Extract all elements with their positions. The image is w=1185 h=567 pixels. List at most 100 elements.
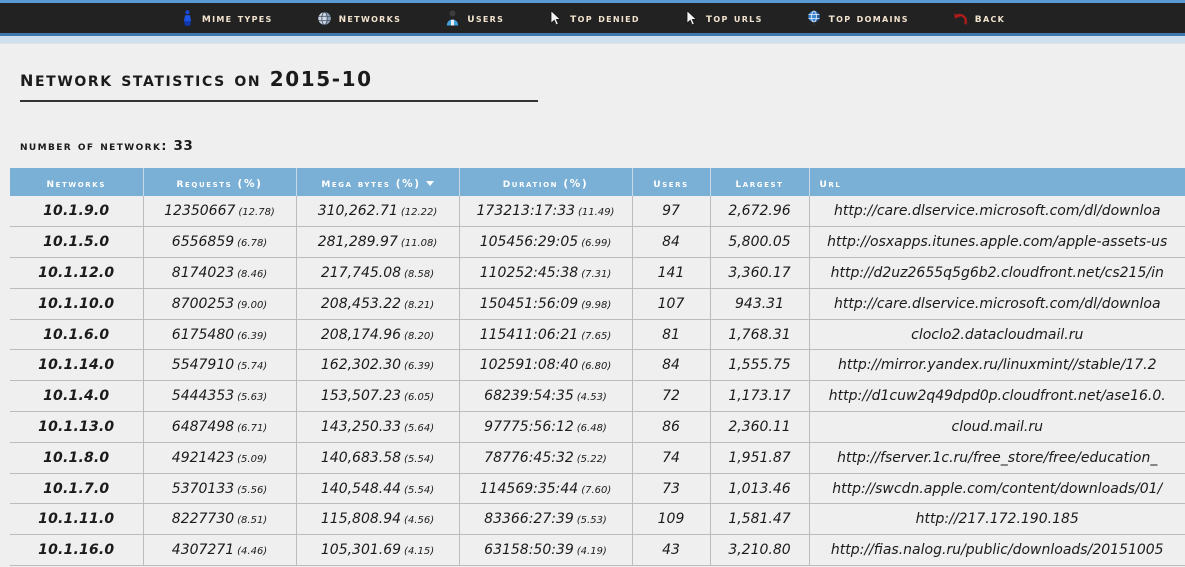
nav-item-mime-types[interactable]: Mime Types bbox=[158, 9, 295, 27]
cell-mbytes: 143,250.33 (5.64) bbox=[296, 411, 460, 443]
cell-value: cloclo2.datacloudmail.ru bbox=[911, 326, 1084, 343]
cell-value: 115411:06:21 bbox=[479, 326, 579, 343]
cell-value: 10.1.4.0 bbox=[43, 388, 110, 405]
cell-url[interactable]: http://care.dlservice.microsoft.com/dl/d… bbox=[809, 288, 1185, 320]
cell-users: 84 bbox=[632, 226, 711, 259]
cell-url[interactable]: http://mirror.yandex.ru/linuxmint//stabl… bbox=[809, 349, 1185, 382]
cell-duration: 68239:54:35 (4.53) bbox=[459, 380, 633, 413]
cell-users: 141 bbox=[632, 257, 711, 289]
cell-url[interactable]: http://217.172.190.185 bbox=[809, 503, 1185, 536]
cell-value: 6556859 bbox=[171, 234, 235, 251]
cell-users: 74 bbox=[632, 442, 711, 474]
cell-value: 109 bbox=[657, 511, 685, 528]
cell-percent: (8.21) bbox=[404, 299, 435, 311]
cell-value: 4921423 bbox=[171, 449, 235, 466]
column-header-users[interactable]: Users bbox=[632, 168, 711, 196]
cell-value: 115,808.94 bbox=[320, 511, 402, 528]
cell-percent: (5.54) bbox=[404, 453, 435, 465]
column-header-largest[interactable]: Largest bbox=[710, 168, 810, 196]
cell-network: 10.1.16.0 bbox=[10, 534, 144, 567]
cell-url[interactable]: http://d1cuw2q49dpd0p.cloudfront.net/ase… bbox=[809, 380, 1185, 413]
cell-largest: 1,173.17 bbox=[710, 380, 810, 413]
column-header-network[interactable]: Networks bbox=[10, 168, 144, 196]
cell-value: http://mirror.yandex.ru/linuxmint//stabl… bbox=[837, 357, 1157, 374]
cell-mbytes: 153,507.23 (6.05) bbox=[296, 380, 460, 413]
cell-value: 43 bbox=[662, 542, 680, 559]
network-statistics-table: Networks Requests (%) Mega bytes (%) Durati… bbox=[10, 168, 1185, 567]
table-row: 10.1.14.0 5547910 (5.74) 162,302.30 (6.39) 10… bbox=[10, 349, 1185, 382]
cell-mbytes: 140,683.58 (5.54) bbox=[296, 442, 460, 474]
nav-item-networks[interactable]: Networks bbox=[295, 10, 424, 27]
cell-url[interactable]: http://swcdn.apple.com/content/downloads… bbox=[809, 473, 1185, 505]
cell-url[interactable]: http://fias.nalog.ru/public/downloads/20… bbox=[809, 534, 1185, 567]
cell-percent: (4.46) bbox=[237, 546, 268, 558]
cell-url[interactable]: http://osxapps.itunes.apple.com/apple-as… bbox=[809, 226, 1185, 259]
cell-network: 10.1.13.0 bbox=[10, 411, 144, 443]
cell-url[interactable]: http://fserver.1c.ru/free_store/free/edu… bbox=[809, 442, 1185, 474]
nav-item-top-domains[interactable]: Top Domains bbox=[785, 10, 931, 27]
nav-item-users[interactable]: Users bbox=[423, 10, 526, 27]
cell-percent: (6.99) bbox=[581, 238, 612, 250]
cell-duration: 63158:50:39 (4.19) bbox=[459, 534, 633, 567]
cell-mbytes: 310,262.71 (12.22) bbox=[296, 196, 460, 228]
cell-network: 10.1.14.0 bbox=[10, 349, 144, 382]
cell-value: 1,555.75 bbox=[728, 357, 791, 374]
column-header-label: Users bbox=[653, 174, 689, 190]
nav-item-back[interactable]: Back bbox=[931, 10, 1027, 27]
cell-value: 10.1.14.0 bbox=[38, 357, 115, 374]
cell-largest: 1,768.31 bbox=[710, 319, 810, 351]
cell-mbytes: 208,174.96 (8.20) bbox=[296, 319, 460, 351]
cell-duration: 110252:45:38 (7.31) bbox=[459, 257, 633, 289]
nav-item-label: Users bbox=[467, 10, 505, 26]
network-count-value: 33 bbox=[173, 138, 194, 154]
table-row: 10.1.11.0 8227730 (8.51) 115,808.94 (4.56) 83… bbox=[10, 503, 1185, 536]
cell-percent: (4.19) bbox=[576, 546, 607, 558]
cell-duration: 105456:29:05 (6.99) bbox=[459, 226, 633, 259]
cell-percent: (7.60) bbox=[581, 484, 612, 496]
cell-percent: (6.78) bbox=[237, 238, 268, 250]
cell-url[interactable]: cloclo2.datacloudmail.ru bbox=[809, 319, 1185, 351]
cell-value: 84 bbox=[662, 357, 680, 374]
cell-network: 10.1.4.0 bbox=[10, 380, 144, 413]
cell-value: http://d2uz2655q5g6b2.cloudfront.net/cs2… bbox=[830, 264, 1164, 281]
column-header-label: Requests (%) bbox=[176, 174, 263, 190]
cell-value: 1,581.47 bbox=[728, 511, 791, 528]
networks-icon bbox=[317, 10, 332, 27]
cell-percent: (6.39) bbox=[404, 361, 435, 373]
cell-value: 105,301.69 bbox=[320, 542, 402, 559]
cell-largest: 943.31 bbox=[710, 288, 810, 320]
column-header-duration[interactable]: Duration (%) bbox=[459, 168, 633, 196]
cell-value: 5370133 bbox=[171, 480, 235, 497]
cell-value: 310,262.71 bbox=[317, 203, 398, 220]
cell-requests: 6175480 (6.39) bbox=[143, 319, 297, 351]
cell-value: 10.1.16.0 bbox=[38, 542, 115, 559]
cell-percent: (5.74) bbox=[237, 361, 268, 373]
cell-value: 73 bbox=[662, 480, 680, 497]
cell-value: 68239:54:35 bbox=[484, 388, 574, 405]
network-count: Number of network: 33 bbox=[20, 138, 1175, 154]
cell-url[interactable]: http://care.dlservice.microsoft.com/dl/d… bbox=[809, 196, 1185, 228]
nav-item-top-urls[interactable]: Top Urls bbox=[662, 10, 785, 27]
cell-largest: 5,800.05 bbox=[710, 226, 810, 259]
cell-percent: (6.48) bbox=[576, 422, 607, 434]
cell-requests: 12350667 (12.78) bbox=[143, 196, 297, 228]
column-header-url[interactable]: Url bbox=[809, 168, 1185, 196]
column-header-mbytes[interactable]: Mega bytes (%) bbox=[296, 168, 460, 196]
cell-value: 141 bbox=[657, 264, 685, 281]
table-row: 10.1.10.0 8700253 (9.00) 208,453.22 (8.21) 15… bbox=[10, 288, 1185, 320]
cell-url[interactable]: cloud.mail.ru bbox=[809, 411, 1185, 443]
sort-descending-icon[interactable] bbox=[425, 181, 434, 186]
cell-value: 140,683.58 bbox=[320, 449, 402, 466]
cell-duration: 115411:06:21 (7.65) bbox=[459, 319, 633, 351]
cell-url[interactable]: http://d2uz2655q5g6b2.cloudfront.net/cs2… bbox=[809, 257, 1185, 289]
cell-duration: 114569:35:44 (7.60) bbox=[459, 473, 633, 505]
nav-item-top-denied[interactable]: Top Denied bbox=[526, 10, 662, 27]
cell-requests: 5370133 (5.56) bbox=[143, 473, 297, 505]
column-header-requests[interactable]: Requests (%) bbox=[143, 168, 297, 196]
cell-value: 10.1.12.0 bbox=[38, 264, 115, 281]
cell-value: 10.1.13.0 bbox=[38, 418, 115, 435]
cell-requests: 8174023 (8.46) bbox=[143, 257, 297, 289]
cell-duration: 97775:56:12 (6.48) bbox=[459, 411, 633, 443]
cell-percent: (6.80) bbox=[581, 361, 612, 373]
cell-largest: 1,951.87 bbox=[710, 442, 810, 474]
